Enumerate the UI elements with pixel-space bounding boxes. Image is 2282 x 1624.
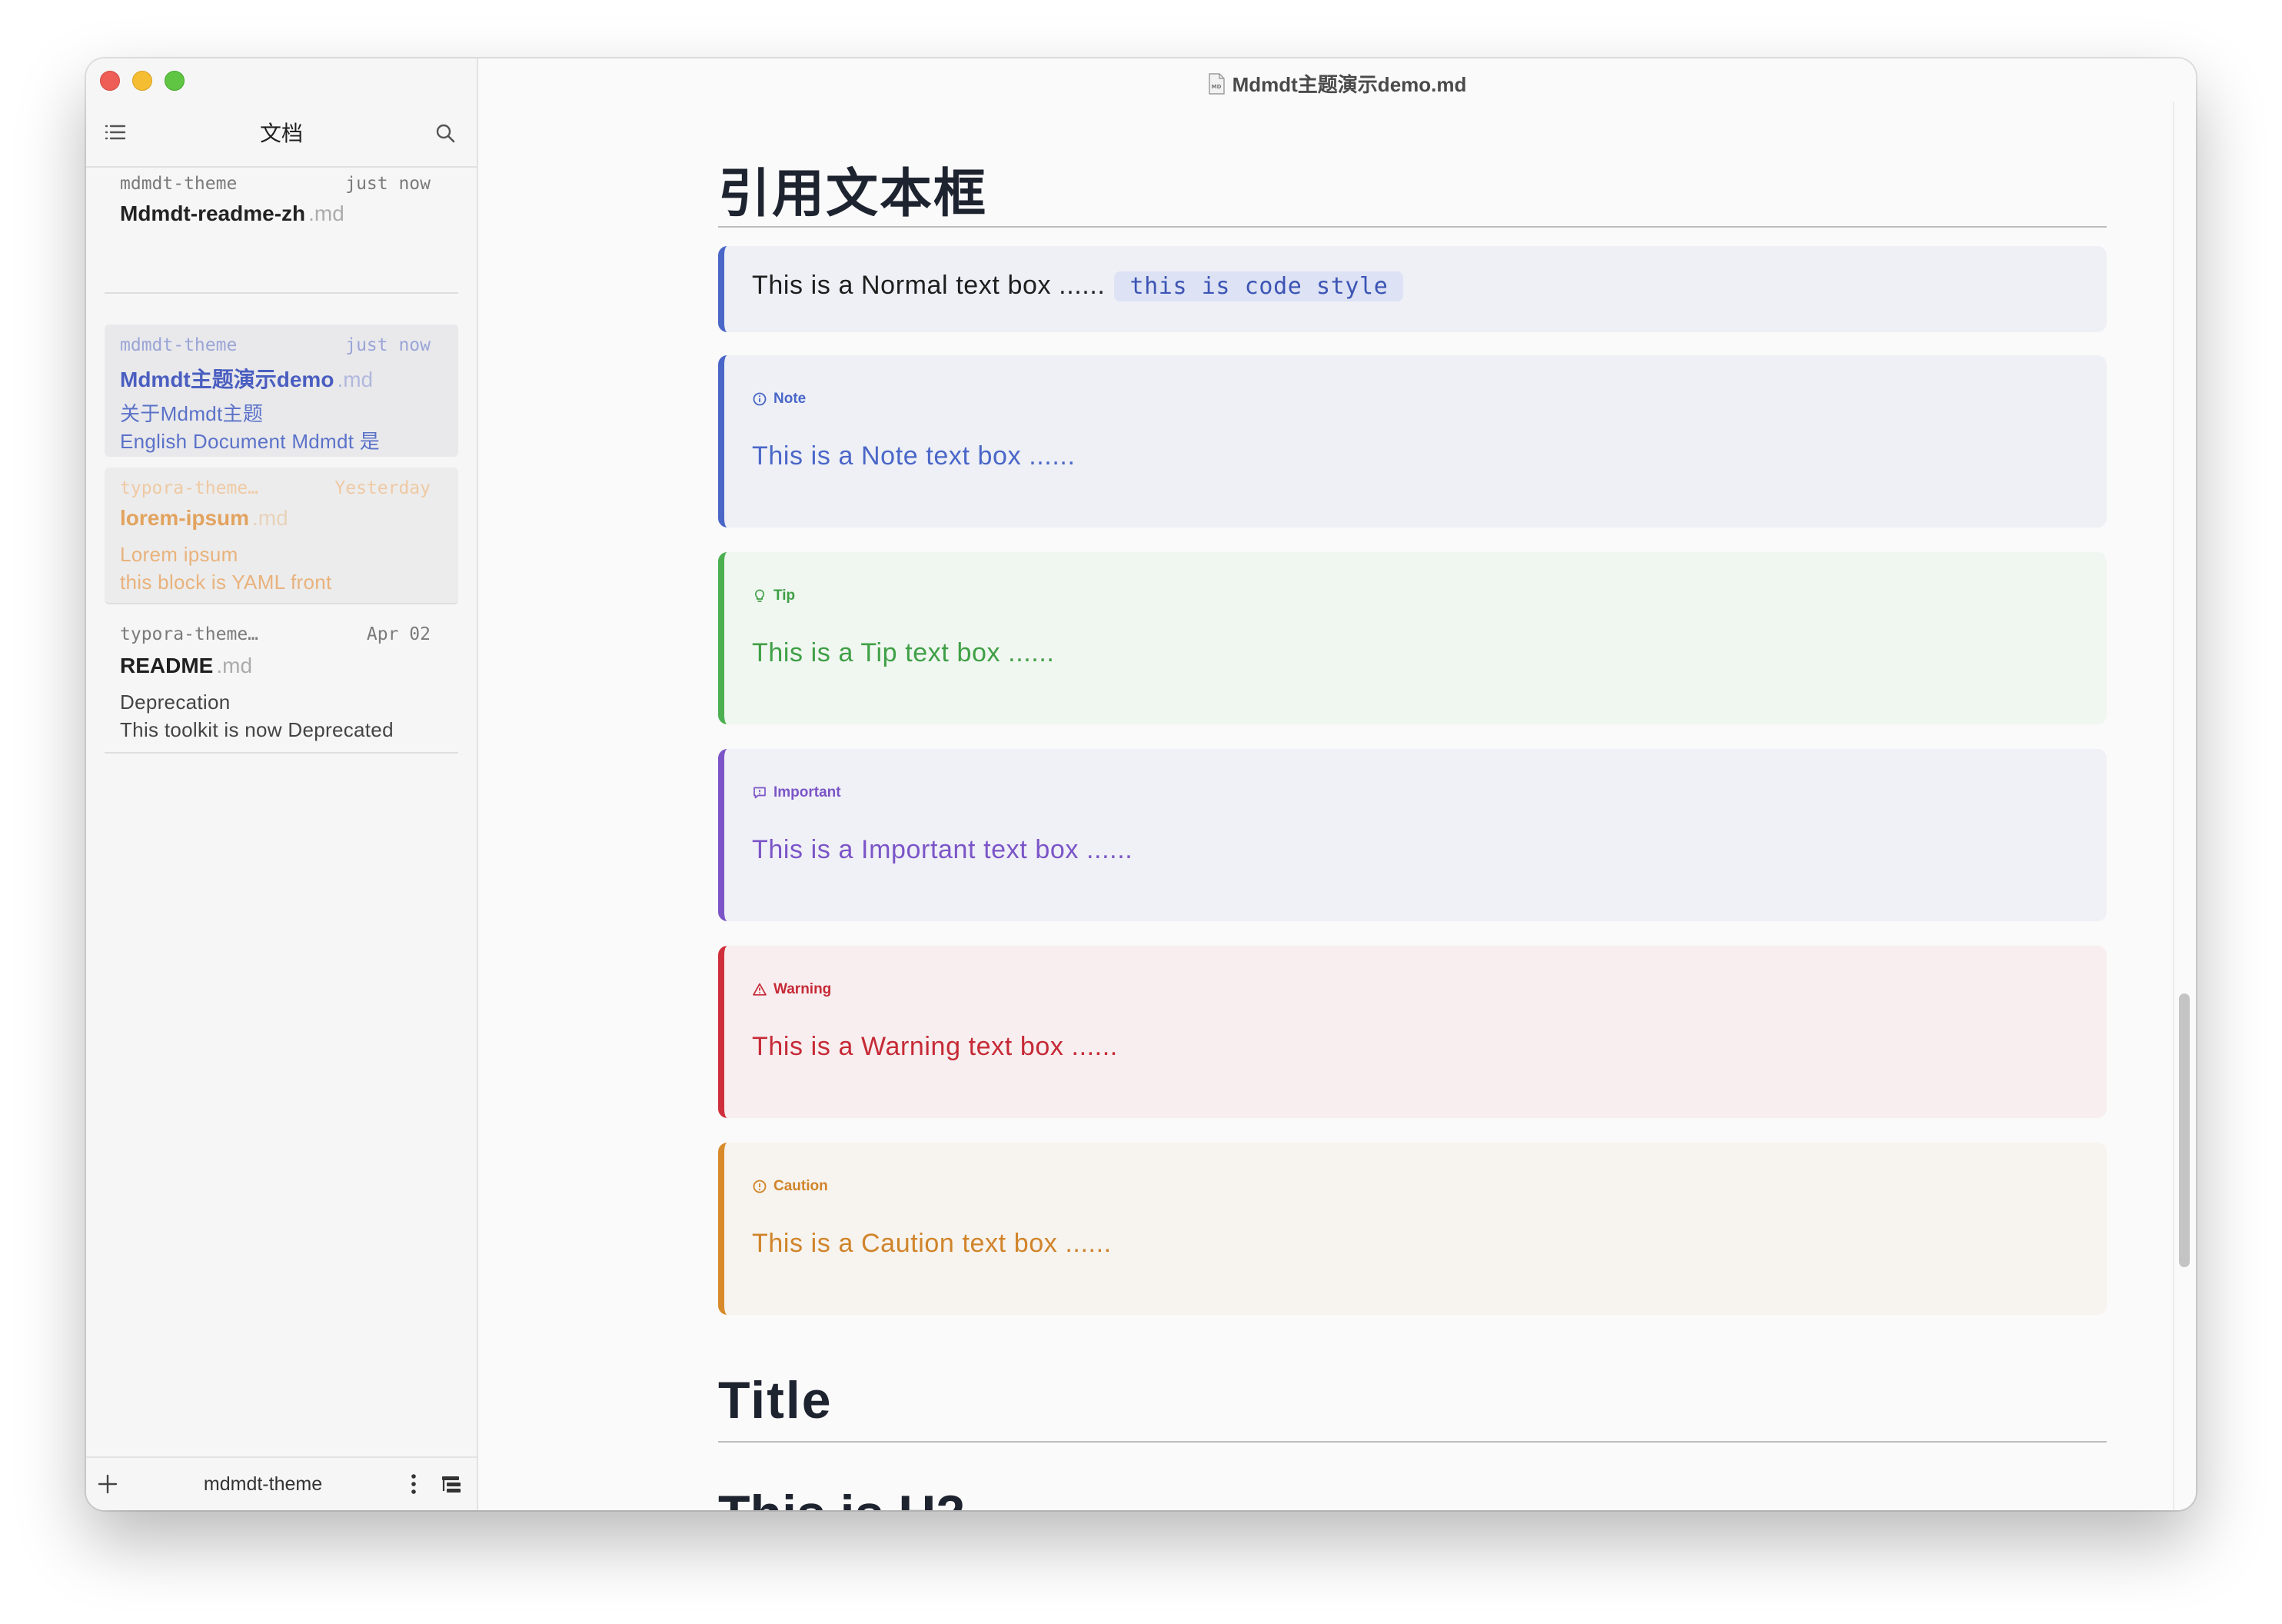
- caution-callout: Caution This is a Caution text box .....…: [718, 1143, 2107, 1315]
- alert-triangle-icon: [753, 983, 767, 996]
- editor-area[interactable]: MD Mdmdt主题演示demo.md 引用文本框 This is a Norm…: [478, 58, 2196, 1510]
- file-time: just now: [345, 174, 431, 194]
- inline-code: this is code style: [1114, 271, 1404, 301]
- file-name: Mdmdt-readme-zh .md: [120, 201, 344, 225]
- warning-text: This is a Warning text box ......: [752, 1032, 1118, 1061]
- search-icon[interactable]: [434, 121, 457, 145]
- app-window: 文档 mdmdt-theme just now Mdmdt-readme-zh .m…: [86, 58, 2196, 1510]
- heading-1: 引用文本框: [718, 151, 2107, 228]
- sidebar-title: 文档: [259, 121, 303, 145]
- file-list-item-active[interactable]: mdmdt-theme just now Mdmdt主题演示demo .md 关于M…: [105, 324, 458, 457]
- file-folder: typora-theme…: [120, 624, 259, 644]
- current-folder-name[interactable]: mdmdt-theme: [86, 1473, 440, 1496]
- file-preview-line: Lorem ipsum: [120, 543, 238, 566]
- normal-box-text: This is a Normal text box ......: [752, 271, 1106, 300]
- file-time: Apr 02: [366, 624, 431, 644]
- file-list-item[interactable]: typora-theme… Yesterday lorem-ipsum .md Lo…: [105, 468, 458, 604]
- stop-icon: [753, 1180, 767, 1193]
- caution-label: Caution: [773, 1178, 828, 1194]
- file-folder: mdmdt-theme: [120, 174, 238, 194]
- markdown-file-icon: MD: [1208, 73, 1225, 95]
- file-name: Mdmdt主题演示demo .md: [120, 368, 374, 391]
- important-text: This is a Important text box ......: [752, 835, 1133, 864]
- tip-label: Tip: [773, 587, 796, 604]
- caution-text: This is a Caution text box ......: [752, 1229, 1112, 1258]
- scroll-track: [2173, 102, 2174, 1510]
- file-name: README .md: [120, 654, 253, 677]
- file-time: Yesterday: [334, 478, 431, 498]
- lightbulb-icon: [755, 589, 764, 602]
- note-text: This is a Note text box ......: [752, 441, 1076, 471]
- file-list-item[interactable]: mdmdt-theme just now Mdmdt-readme-zh .md: [105, 163, 458, 294]
- file-sidebar: 文档 mdmdt-theme just now Mdmdt-readme-zh .m…: [86, 58, 478, 1510]
- vertical-scrollbar[interactable]: [2179, 993, 2190, 1267]
- heading-title: Title: [718, 1370, 2107, 1443]
- zoom-window-button[interactable]: [165, 71, 185, 91]
- more-options-icon[interactable]: [409, 1472, 418, 1496]
- file-time: just now: [345, 335, 431, 355]
- warning-label: Warning: [773, 981, 832, 997]
- file-extension: .md: [216, 654, 253, 677]
- file-preview-line: English Document Mdmdt 是: [120, 430, 381, 453]
- file-name: lorem-ipsum .md: [120, 506, 288, 530]
- file-preview-line: 关于Mdmdt主题: [120, 402, 264, 425]
- heading-2-partial: This is H2: [718, 1484, 965, 1510]
- info-icon: [753, 392, 767, 406]
- file-list-item[interactable]: typora-theme… Apr 02 README .md Deprecatio…: [105, 614, 458, 754]
- warning-callout: Warning This is a Warning text box .....…: [718, 946, 2107, 1118]
- file-preview-line: Deprecation: [120, 691, 231, 714]
- note-callout: Note This is a Note text box ......: [718, 355, 2107, 527]
- minimize-window-button[interactable]: [132, 71, 152, 91]
- important-callout: Important This is a Important text box .…: [718, 749, 2107, 921]
- close-window-button[interactable]: [100, 71, 120, 91]
- tip-callout: Tip This is a Tip text box ......: [718, 552, 2107, 724]
- sidebar-header: 文档: [86, 102, 477, 168]
- file-extension: .md: [252, 506, 288, 530]
- window-title: MD Mdmdt主题演示demo.md: [478, 69, 2196, 98]
- file-folder: typora-theme…: [120, 478, 259, 498]
- file-extension: .md: [308, 201, 344, 225]
- sidebar-footer: mdmdt-theme: [86, 1456, 477, 1510]
- window-controls: [100, 71, 185, 91]
- important-label: Important: [773, 784, 841, 800]
- file-tree-toggle-icon[interactable]: [440, 1473, 463, 1496]
- message-report-icon: [753, 787, 766, 799]
- file-preview-line: this block is YAML front: [120, 571, 332, 594]
- file-extension: .md: [337, 368, 374, 391]
- file-preview-line: This toolkit is now Deprecated: [120, 718, 394, 741]
- file-folder: mdmdt-theme: [120, 335, 238, 355]
- svg-text:MD: MD: [1211, 84, 1221, 90]
- tip-text: This is a Tip text box ......: [752, 638, 1055, 667]
- note-label: Note: [773, 391, 807, 407]
- normal-text-box: This is a Normal text box ...... this is …: [718, 246, 2107, 332]
